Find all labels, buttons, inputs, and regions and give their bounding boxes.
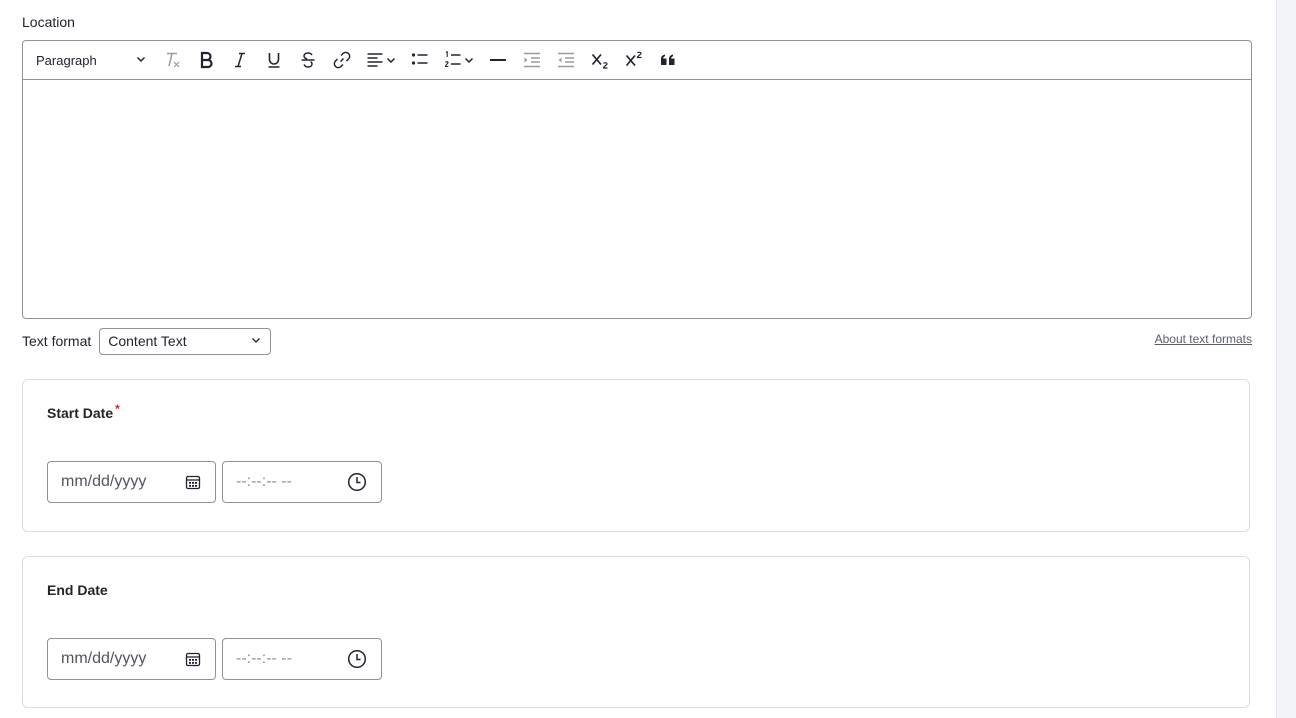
editor-content-area[interactable] — [23, 80, 1251, 318]
about-text-formats-link[interactable]: About text formats — [1155, 332, 1252, 346]
text-format-value: Content Text — [108, 333, 187, 349]
end-date-title: End Date — [47, 582, 108, 598]
start-time-placeholder: --:--:-- -- — [236, 473, 292, 490]
superscript-button[interactable] — [619, 45, 649, 75]
text-format-row: Text format Content Text — [22, 327, 272, 355]
calendar-icon[interactable] — [185, 651, 201, 667]
underline-icon — [264, 50, 284, 70]
editor-toolbar: Paragraph — [23, 41, 1251, 80]
strikethrough-icon — [298, 50, 318, 70]
end-date-inputs: mm/dd/yyyy --:--:-- -- — [47, 638, 382, 680]
end-date-panel: End Date mm/dd/yyyy --:--:-- -- — [22, 556, 1250, 708]
calendar-icon[interactable] — [185, 474, 201, 490]
blockquote-button[interactable] — [653, 45, 683, 75]
start-date-title: Start Date * — [47, 402, 120, 421]
remove-format-button[interactable] — [157, 45, 187, 75]
strikethrough-button[interactable] — [293, 45, 323, 75]
chevron-down-icon — [250, 333, 262, 349]
chevron-down-icon — [135, 53, 147, 68]
required-mark: * — [115, 402, 120, 416]
numbered-list-icon — [443, 50, 463, 70]
text-format-select[interactable]: Content Text — [99, 327, 272, 355]
start-time-input[interactable]: --:--:-- -- — [222, 461, 382, 503]
location-editor: Paragraph — [22, 40, 1252, 319]
subscript-button[interactable] — [585, 45, 615, 75]
align-left-icon — [365, 50, 385, 70]
outdent-button[interactable] — [551, 45, 581, 75]
superscript-icon — [624, 50, 644, 70]
clock-icon[interactable] — [347, 649, 367, 669]
end-time-input[interactable]: --:--:-- -- — [222, 638, 382, 680]
bold-icon — [196, 50, 216, 70]
underline-button[interactable] — [259, 45, 289, 75]
location-label: Location — [22, 14, 75, 30]
start-date-placeholder: mm/dd/yyyy — [61, 473, 147, 490]
horizontal-line-button[interactable] — [483, 45, 513, 75]
start-date-inputs: mm/dd/yyyy --:--:-- -- — [47, 461, 382, 503]
text-format-label: Text format — [22, 333, 92, 349]
blockquote-icon — [658, 50, 678, 70]
link-button[interactable] — [327, 45, 357, 75]
link-icon — [332, 50, 352, 70]
heading-dropdown[interactable]: Paragraph — [29, 45, 153, 75]
outdent-icon — [556, 50, 576, 70]
chevron-down-icon — [463, 54, 475, 66]
start-date-title-text: Start Date — [47, 405, 114, 421]
indent-icon — [522, 50, 542, 70]
align-dropdown-button[interactable] — [361, 45, 401, 75]
chevron-down-icon — [385, 54, 397, 66]
bold-button[interactable] — [191, 45, 221, 75]
indent-button[interactable] — [517, 45, 547, 75]
clock-icon[interactable] — [347, 472, 367, 492]
right-gutter — [1276, 0, 1296, 718]
horizontal-line-icon — [488, 50, 508, 70]
italic-button[interactable] — [225, 45, 255, 75]
start-date-panel: Start Date * mm/dd/yyyy --:--:-- -- — [22, 379, 1250, 532]
end-time-placeholder: --:--:-- -- — [236, 650, 292, 667]
italic-icon — [230, 50, 250, 70]
remove-format-icon — [162, 50, 182, 70]
subscript-icon — [590, 50, 610, 70]
heading-dropdown-value: Paragraph — [36, 52, 97, 68]
end-date-placeholder: mm/dd/yyyy — [61, 650, 147, 667]
bulleted-list-icon — [410, 50, 430, 70]
end-date-input[interactable]: mm/dd/yyyy — [47, 638, 216, 680]
start-date-input[interactable]: mm/dd/yyyy — [47, 461, 216, 503]
numbered-list-dropdown-button[interactable] — [439, 45, 479, 75]
bulleted-list-button[interactable] — [405, 45, 435, 75]
